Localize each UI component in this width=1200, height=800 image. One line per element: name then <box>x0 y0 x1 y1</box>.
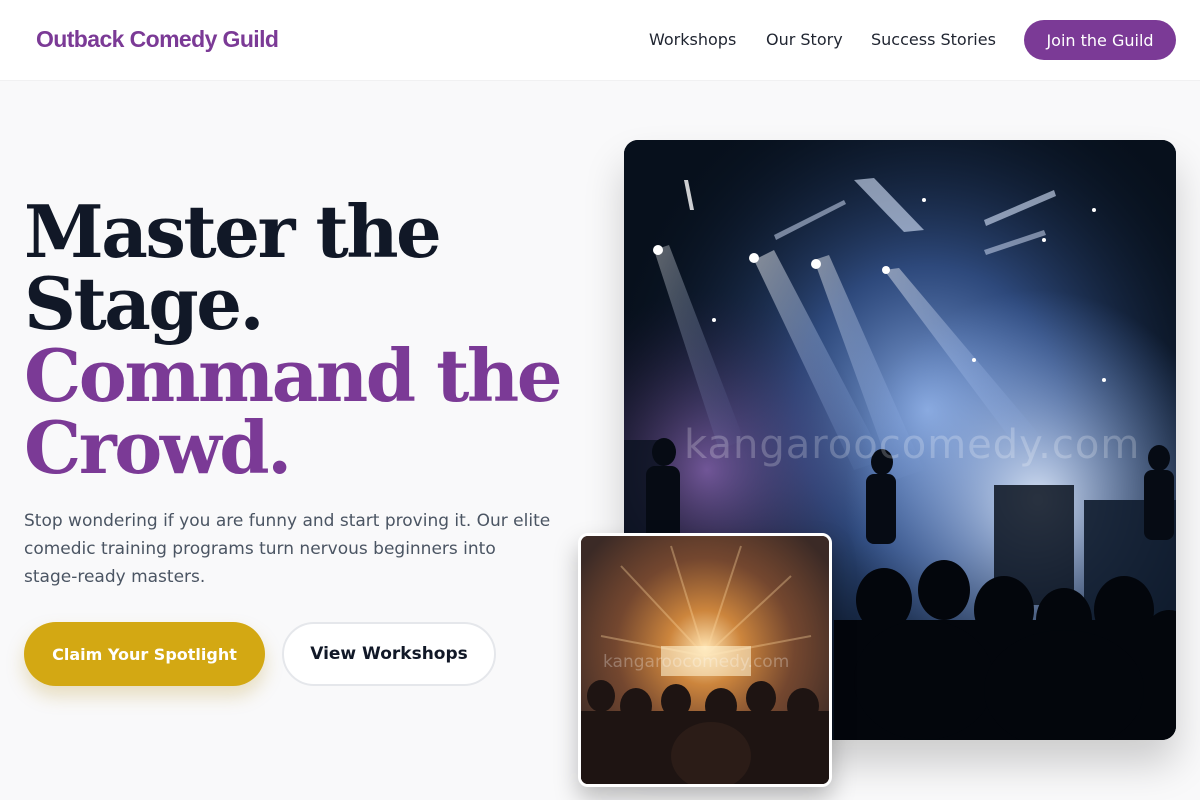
headline-line-4: Crowd. <box>24 405 292 490</box>
brand-logo[interactable]: Outback Comedy Guild <box>36 26 279 53</box>
crowd-concert-image: kangaroocomedy.com <box>578 533 832 787</box>
small-image-watermark: kangaroocomedy.com <box>603 652 790 672</box>
nav-link-workshops[interactable]: Workshops <box>649 30 736 49</box>
claim-spotlight-button[interactable]: Claim Your Spotlight <box>24 622 265 686</box>
headline-line-2: Stage. <box>24 261 265 346</box>
nav-link-success-stories[interactable]: Success Stories <box>871 30 996 49</box>
site-header: Outback Comedy Guild Workshops Our Story… <box>0 0 1200 80</box>
nav-link-our-story[interactable]: Our Story <box>766 30 843 49</box>
view-workshops-button[interactable]: View Workshops <box>282 622 496 686</box>
hero-subtext: Stop wondering if you are funny and star… <box>24 511 551 587</box>
hero-headline: Master the Stage. Command the Crowd. <box>24 196 584 484</box>
headline-line-3: Command the <box>24 333 563 418</box>
headline-line-1: Master the <box>24 189 442 274</box>
main-image-watermark: kangaroocomedy.com <box>684 422 1141 468</box>
join-guild-button[interactable]: Join the Guild <box>1024 20 1176 60</box>
